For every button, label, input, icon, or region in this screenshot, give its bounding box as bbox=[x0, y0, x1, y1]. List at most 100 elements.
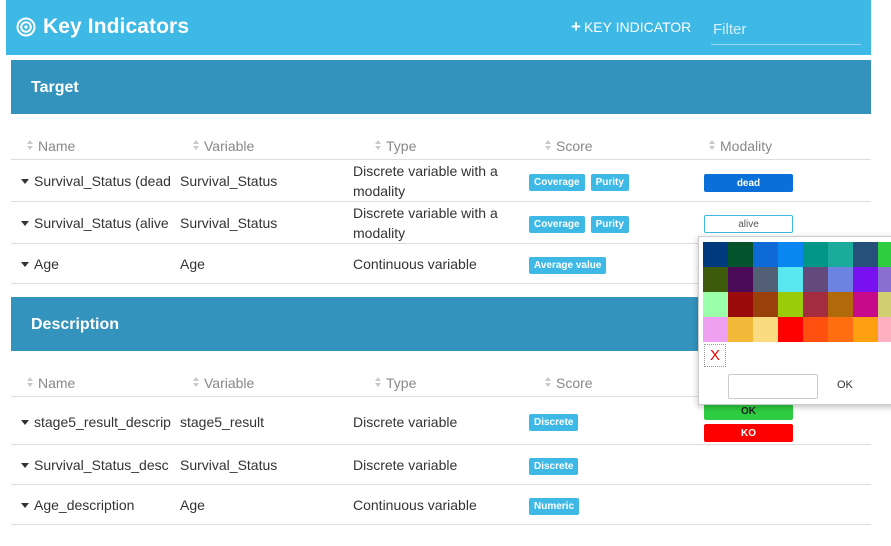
color-swatch[interactable] bbox=[753, 267, 778, 292]
sort-icon bbox=[544, 140, 553, 152]
table-row: Age_description Age Continuous variable … bbox=[11, 485, 871, 525]
row-type: Discrete variable with a modality bbox=[353, 205, 498, 241]
row-variable: Survival_Status bbox=[180, 215, 278, 231]
score-badge-numeric[interactable]: Numeric bbox=[529, 498, 580, 515]
row-name[interactable]: Survival_Status (dead bbox=[21, 173, 184, 189]
color-swatch[interactable] bbox=[828, 292, 853, 317]
plus-icon: + bbox=[571, 17, 581, 36]
color-swatch[interactable] bbox=[778, 267, 803, 292]
sort-icon bbox=[26, 377, 35, 389]
color-swatch[interactable] bbox=[753, 317, 778, 342]
color-swatch[interactable] bbox=[728, 317, 753, 342]
color-swatch[interactable] bbox=[853, 317, 878, 342]
color-swatch[interactable] bbox=[878, 267, 891, 292]
color-swatch[interactable] bbox=[753, 292, 778, 317]
sort-icon bbox=[192, 377, 201, 389]
row-variable: Survival_Status bbox=[180, 457, 278, 473]
sort-icon bbox=[708, 140, 717, 152]
add-key-indicator-button[interactable]: + KEY INDICATOR bbox=[571, 17, 692, 36]
filter-input[interactable] bbox=[711, 15, 861, 45]
caret-down-icon bbox=[21, 502, 29, 508]
row-type: Continuous variable bbox=[353, 497, 477, 513]
color-swatch[interactable] bbox=[778, 242, 803, 267]
color-swatch[interactable] bbox=[853, 292, 878, 317]
table-row: Survival_Status (dead Survival_Status Di… bbox=[11, 160, 871, 202]
row-name[interactable]: stage5_result_descrip bbox=[21, 414, 184, 430]
score-badge-average-value[interactable]: Average value bbox=[529, 257, 607, 274]
color-swatch[interactable] bbox=[803, 292, 828, 317]
score-badge-purity[interactable]: Purity bbox=[590, 174, 629, 191]
color-swatch[interactable] bbox=[753, 242, 778, 267]
color-swatch[interactable] bbox=[703, 292, 728, 317]
row-name[interactable]: Survival_Status (alive bbox=[21, 215, 184, 231]
section-header-target: Target bbox=[11, 60, 871, 114]
color-hex-input[interactable] bbox=[728, 374, 818, 399]
caret-down-icon bbox=[21, 261, 29, 267]
color-swatch[interactable] bbox=[803, 242, 828, 267]
sort-icon bbox=[192, 140, 201, 152]
color-swatch[interactable] bbox=[803, 267, 828, 292]
modality-alive[interactable]: alive bbox=[704, 215, 793, 233]
color-swatch[interactable] bbox=[828, 317, 853, 342]
column-header-score[interactable]: Score bbox=[544, 138, 593, 154]
color-swatch[interactable] bbox=[728, 267, 753, 292]
color-swatch[interactable] bbox=[703, 242, 728, 267]
color-swatch[interactable] bbox=[853, 267, 878, 292]
color-swatch[interactable] bbox=[878, 317, 891, 342]
row-variable: Age bbox=[180, 256, 205, 272]
score-badge-coverage[interactable]: Coverage bbox=[529, 174, 585, 191]
color-swatch[interactable] bbox=[703, 267, 728, 292]
table-header-target: Name Variable Type Score Modality bbox=[11, 124, 871, 160]
column-header-variable[interactable]: Variable bbox=[192, 138, 254, 154]
clear-color-button[interactable]: X bbox=[704, 344, 726, 367]
row-name[interactable]: Survival_Status_desc bbox=[21, 457, 184, 473]
modality-dead[interactable]: dead bbox=[704, 174, 793, 192]
color-swatch-grid bbox=[703, 242, 891, 342]
row-variable: stage5_result bbox=[180, 414, 265, 430]
caret-down-icon bbox=[21, 178, 29, 184]
score-badge-purity[interactable]: Purity bbox=[590, 216, 629, 233]
sort-icon bbox=[374, 140, 383, 152]
color-swatch[interactable] bbox=[803, 317, 828, 342]
color-swatch[interactable] bbox=[878, 242, 891, 267]
target-icon bbox=[16, 17, 36, 37]
top-bar: Key Indicators + KEY INDICATOR bbox=[6, 0, 871, 55]
column-header-type[interactable]: Type bbox=[374, 138, 416, 154]
sort-icon bbox=[374, 377, 383, 389]
caret-down-icon bbox=[21, 419, 29, 425]
column-header-modality[interactable]: Modality bbox=[708, 138, 772, 154]
column-header-name[interactable]: Name bbox=[26, 375, 75, 391]
column-header-variable[interactable]: Variable bbox=[192, 375, 254, 391]
color-swatch[interactable] bbox=[703, 317, 728, 342]
row-name[interactable]: Age bbox=[21, 256, 184, 272]
sort-icon bbox=[26, 140, 35, 152]
color-swatch[interactable] bbox=[778, 292, 803, 317]
score-badge-discrete[interactable]: Discrete bbox=[529, 414, 579, 431]
color-picker-popup: X OK bbox=[698, 236, 891, 405]
ok-button[interactable]: OK bbox=[837, 379, 853, 391]
row-name[interactable]: Age_description bbox=[21, 497, 184, 513]
color-swatch[interactable] bbox=[778, 317, 803, 342]
color-swatch[interactable] bbox=[878, 292, 891, 317]
page-title: Key Indicators bbox=[43, 15, 190, 38]
modality-ko[interactable]: KO bbox=[704, 424, 793, 442]
score-badge-coverage[interactable]: Coverage bbox=[529, 216, 585, 233]
color-swatch[interactable] bbox=[828, 267, 853, 292]
color-swatch[interactable] bbox=[728, 242, 753, 267]
row-type: Continuous variable bbox=[353, 256, 477, 272]
column-header-score[interactable]: Score bbox=[544, 375, 593, 391]
caret-down-icon bbox=[21, 462, 29, 468]
row-variable: Age bbox=[180, 497, 205, 513]
add-key-indicator-label: KEY INDICATOR bbox=[583, 19, 692, 35]
color-swatch[interactable] bbox=[853, 242, 878, 267]
color-swatch[interactable] bbox=[828, 242, 853, 267]
table-row: Survival_Status_desc Survival_Status Dis… bbox=[11, 445, 871, 485]
color-swatch[interactable] bbox=[728, 292, 753, 317]
row-type: Discrete variable bbox=[353, 457, 458, 473]
caret-down-icon bbox=[21, 220, 29, 226]
score-badge-discrete[interactable]: Discrete bbox=[529, 458, 579, 475]
column-header-name[interactable]: Name bbox=[26, 138, 75, 154]
column-header-type[interactable]: Type bbox=[374, 375, 416, 391]
sort-icon bbox=[544, 377, 553, 389]
row-variable: Survival_Status bbox=[180, 173, 278, 189]
